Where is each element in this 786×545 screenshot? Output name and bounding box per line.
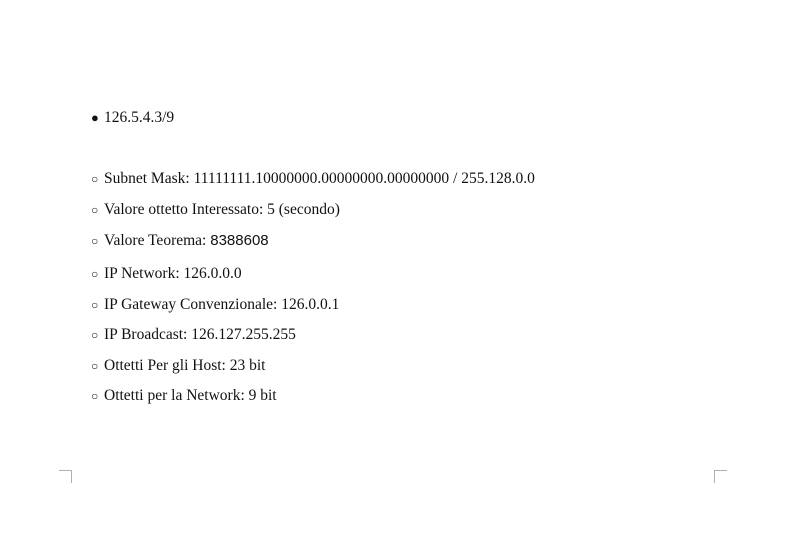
network-bits-value: 9 bit [248,387,277,404]
sub-list-item-theorem-value: ○ Valore Teorema: 8388608 [91,231,269,251]
network-bits-label: Ottetti per la Network: [104,387,249,404]
ip-gateway-value: 126.0.0.1 [281,296,340,313]
theorem-value-value: 8388608 [210,232,269,249]
hollow-bullet-icon: ○ [91,172,99,186]
sub-list-item-ip-network: ○ IP Network: 126.0.0.0 [91,264,242,284]
filled-bullet-icon: ● [91,110,99,125]
sub-list-item-host-bits: ○ Ottetti Per gli Host: 23 bit [91,356,265,376]
sub-list-item-network-bits: ○ Ottetti per la Network: 9 bit [91,386,277,406]
ip-network-value: 126.0.0.0 [183,265,242,282]
ip-address-text: 126.5.4.3/9 [104,109,175,126]
hollow-bullet-icon: ○ [91,359,99,373]
subnet-mask-label: Subnet Mask: [104,170,194,187]
ip-broadcast-label: IP Broadcast: [104,326,192,343]
sub-list-item-ip-gateway: ○ IP Gateway Convenzionale: 126.0.0.1 [91,295,339,315]
document-page: ● 126.5.4.3/9 ○ Subnet Mask: 11111111.1000… [0,0,786,545]
hollow-bullet-icon: ○ [91,298,99,312]
main-list-item: ● 126.5.4.3/9 [91,108,174,128]
octet-value-label: Valore ottetto Interessato: [104,201,268,218]
octet-value-value: 5 (secondo) [267,201,340,218]
ip-broadcast-value: 126.127.255.255 [191,326,296,343]
ip-network-label: IP Network: [104,265,184,282]
hollow-bullet-icon: ○ [91,203,99,217]
sub-list-item-ip-broadcast: ○ IP Broadcast: 126.127.255.255 [91,325,296,345]
hollow-bullet-icon: ○ [91,328,99,342]
ip-gateway-label: IP Gateway Convenzionale: [104,296,282,313]
sub-list-item-octet-value: ○ Valore ottetto Interessato: 5 (secondo) [91,200,340,220]
page-corner-marker-left [59,470,72,483]
hollow-bullet-icon: ○ [91,267,99,281]
host-bits-value: 23 bit [229,357,266,374]
hollow-bullet-icon: ○ [91,234,99,248]
page-corner-marker-right [714,470,727,483]
host-bits-label: Ottetti Per gli Host: [104,357,230,374]
sub-list-item-subnet-mask: ○ Subnet Mask: 11111111.10000000.00000000… [91,169,535,189]
hollow-bullet-icon: ○ [91,389,99,403]
subnet-mask-value: 11111111.10000000.00000000.00000000 / 25… [193,170,535,187]
theorem-value-label: Valore Teorema: [104,232,211,249]
